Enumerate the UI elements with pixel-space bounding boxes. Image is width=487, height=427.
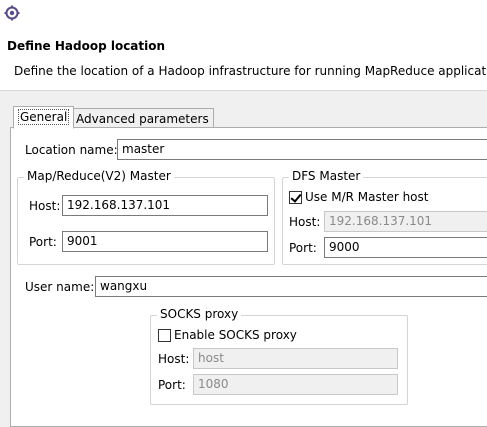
dfs-host-label: Host: [289, 215, 321, 229]
dfs-port-input[interactable]: 9000 [324, 237, 487, 258]
enable-socks-label: Enable SOCKS proxy [174, 328, 297, 342]
gear-icon [4, 5, 20, 21]
mr-port-input[interactable]: 9001 [62, 231, 268, 252]
dfs-master-title: DFS Master [289, 169, 364, 183]
tab-general[interactable]: General [13, 106, 75, 129]
socks-proxy-title: SOCKS proxy [157, 307, 242, 321]
socks-host-label: Host: [158, 352, 190, 366]
tab-advanced-parameters-label: Advanced parameters [76, 112, 209, 126]
location-name-input[interactable]: master [117, 139, 487, 160]
wizard-header: Define Hadoop location Define the locati… [0, 28, 487, 91]
mr-host-label: Host: [29, 199, 61, 213]
socks-port-label: Port: [158, 378, 186, 392]
user-name-input[interactable]: wangxu [95, 276, 487, 297]
tab-advanced-parameters[interactable]: Advanced parameters [71, 108, 214, 129]
title-bar [0, 0, 487, 28]
socks-host-input[interactable]: host [193, 348, 398, 369]
page-title: Define Hadoop location [7, 39, 166, 53]
page-description: Define the location of a Hadoop infrastr… [14, 64, 487, 78]
dfs-host-input[interactable]: 192.168.137.101 [324, 211, 487, 232]
use-mr-master-checkbox[interactable] [289, 191, 302, 204]
mr-port-label: Port: [29, 235, 57, 249]
socks-port-input[interactable]: 1080 [193, 374, 398, 395]
mr-host-input[interactable]: 192.168.137.101 [62, 195, 268, 216]
mr-master-title: Map/Reduce(V2) Master [24, 169, 174, 183]
location-name-label: Location name: [25, 143, 118, 157]
dfs-port-label: Port: [289, 241, 317, 255]
use-mr-master-label: Use M/R Master host [305, 190, 429, 204]
enable-socks-checkbox[interactable] [158, 329, 171, 342]
tab-general-label: General [18, 109, 70, 125]
user-name-label: User name: [25, 280, 95, 294]
